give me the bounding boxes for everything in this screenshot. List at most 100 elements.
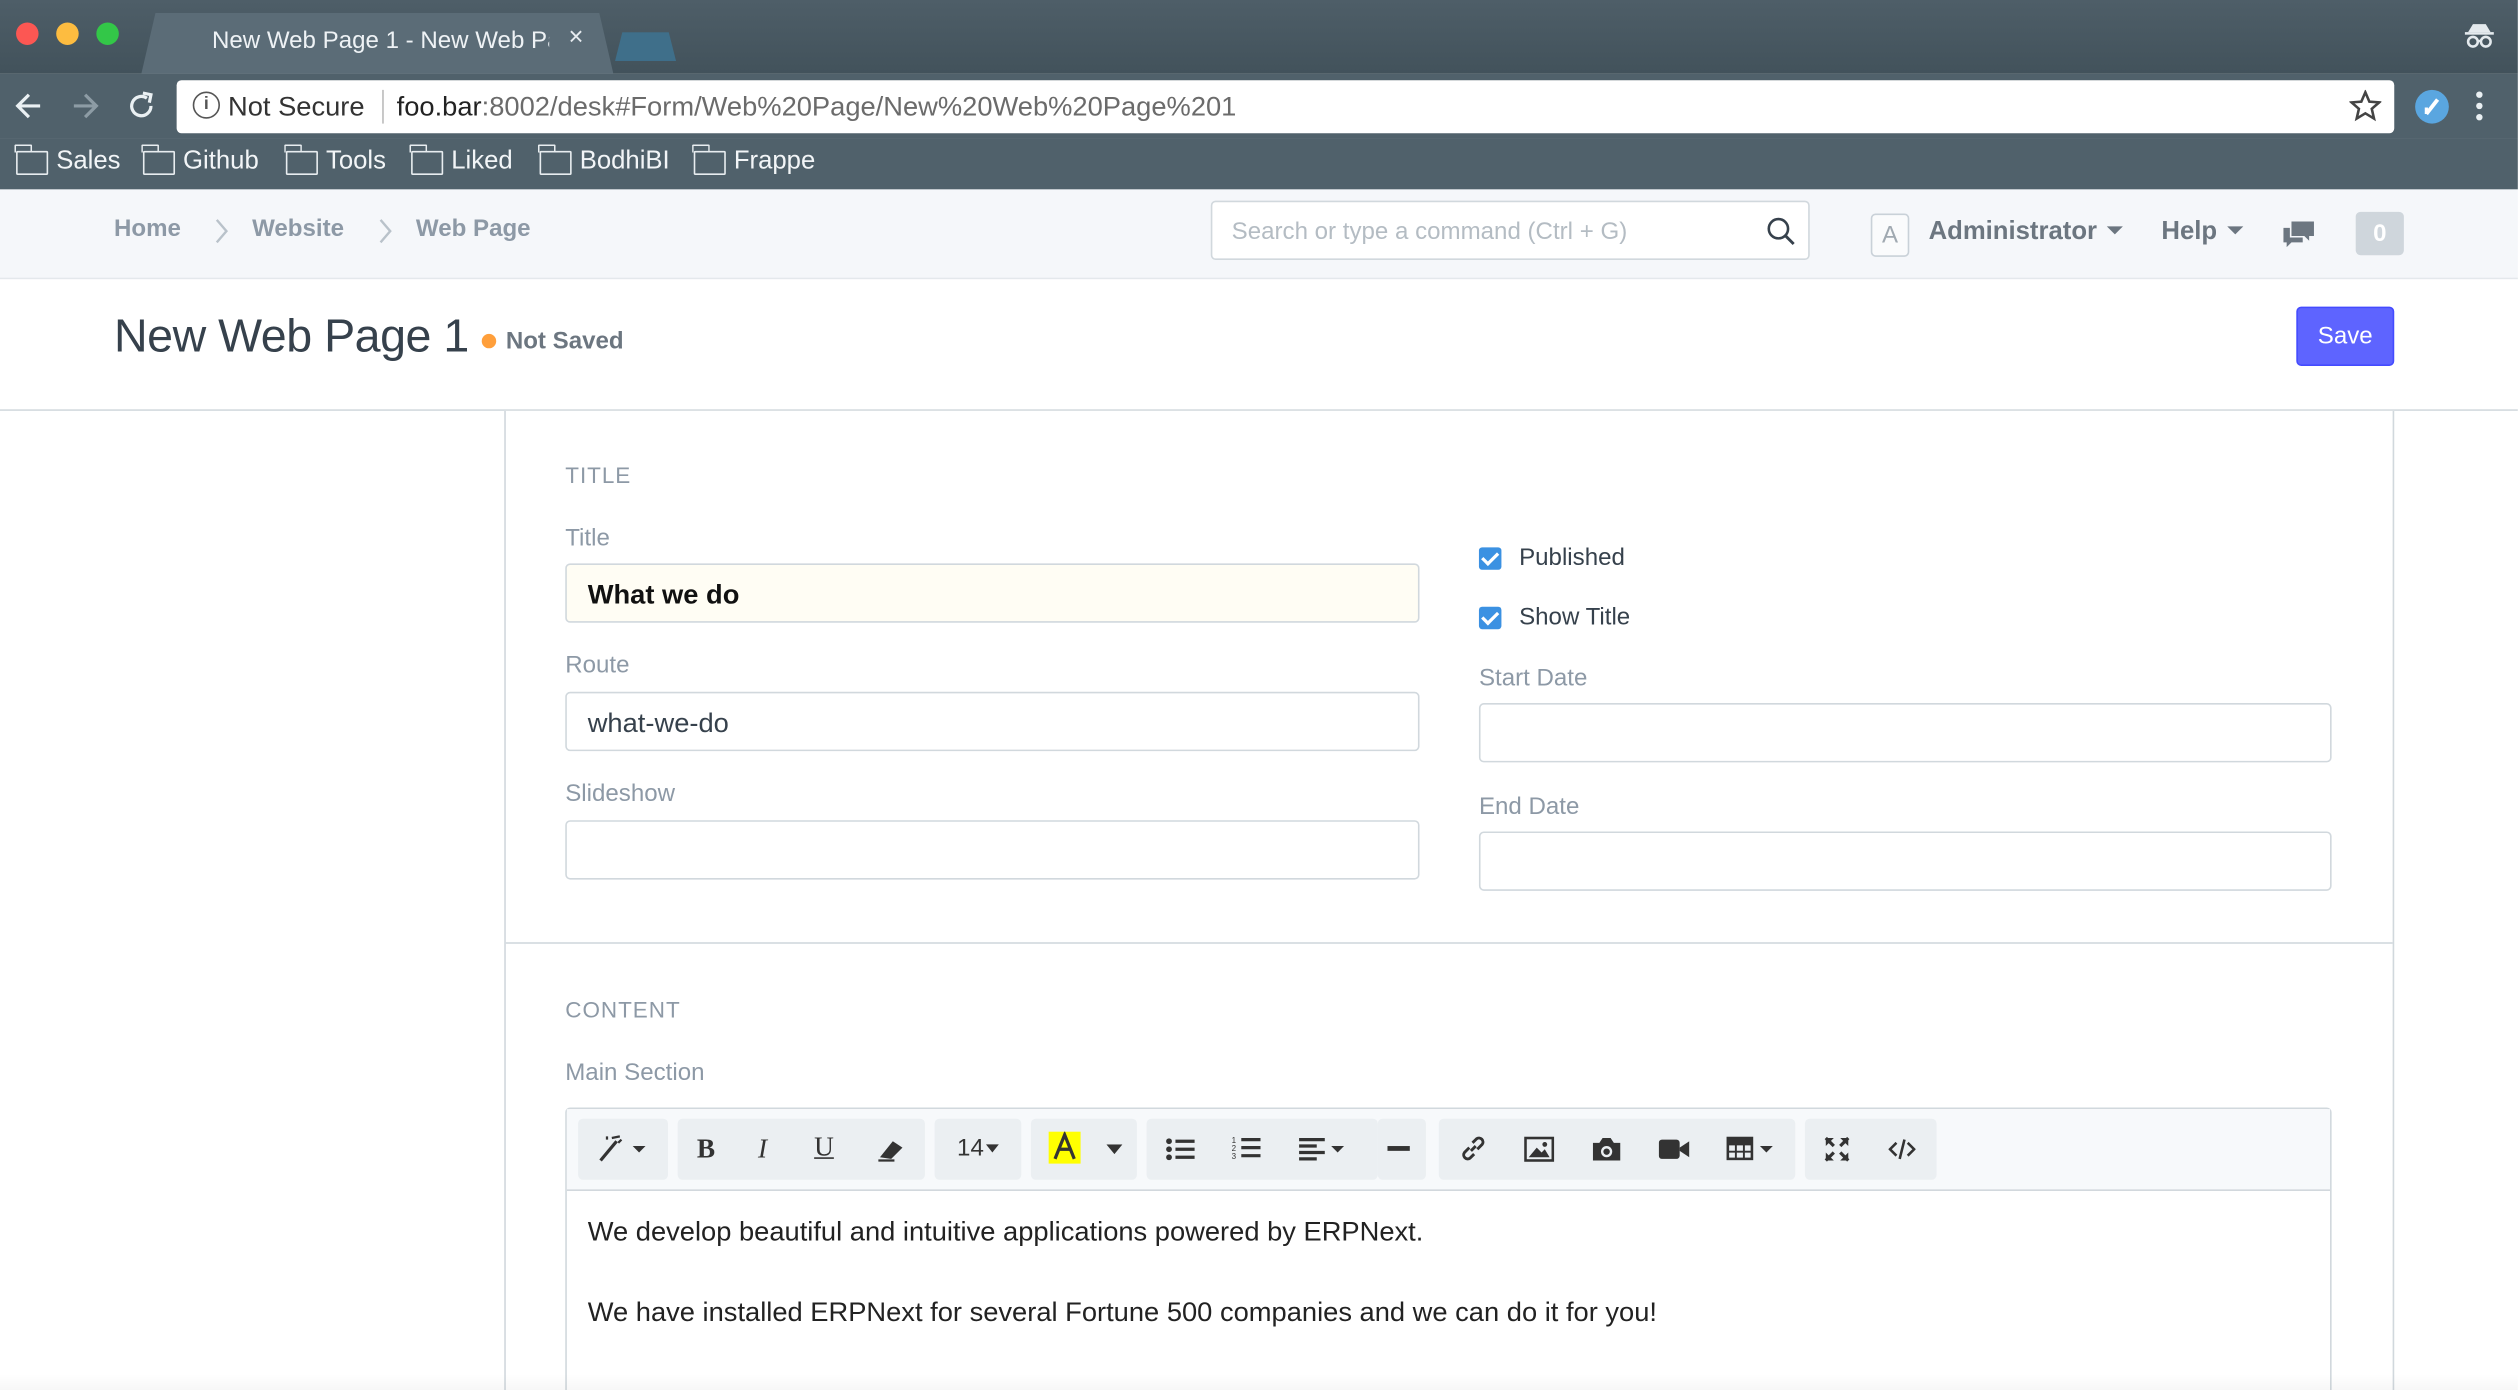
bookmark-label: Frappe <box>733 147 816 175</box>
route-label: Route <box>565 651 630 679</box>
browser-menu-icon[interactable] <box>2473 90 2486 122</box>
link-icon[interactable] <box>1460 1135 1487 1162</box>
font-size-dropdown[interactable]: 14 <box>957 1134 999 1163</box>
new-tab-button[interactable] <box>615 32 677 61</box>
magic-wand-icon[interactable] <box>597 1135 648 1164</box>
notification-badge[interactable]: 0 <box>2355 211 2404 256</box>
folder-icon <box>141 143 176 175</box>
screen: New Web Page 1 - New Web Page 1 × i Not … <box>0 0 2518 1390</box>
bookmark-liked[interactable]: Liked <box>410 143 513 177</box>
folder-icon <box>410 143 444 175</box>
close-window-button[interactable] <box>16 22 39 45</box>
editor-paragraph[interactable]: We have installed ERPNext for several Fo… <box>588 1297 1657 1329</box>
caret-down-icon <box>2226 226 2243 235</box>
status-indicator-dot <box>481 333 497 349</box>
bookmark-star-icon[interactable] <box>2349 89 2382 122</box>
end-date-field[interactable] <box>1478 831 2332 891</box>
avatar[interactable]: A <box>1870 213 1910 257</box>
bookmark-sales[interactable]: Sales <box>15 143 120 177</box>
page-title: New Web Page 1 <box>114 311 469 363</box>
forward-arrow-icon[interactable] <box>69 90 101 122</box>
status-badge: Not Saved <box>505 327 624 355</box>
eraser-icon[interactable] <box>875 1136 907 1162</box>
bookmark-github[interactable]: Github <box>141 143 259 177</box>
bold-icon[interactable]: B <box>697 1133 715 1165</box>
folder-icon <box>284 143 318 175</box>
breadcrumb-home[interactable]: Home <box>114 215 181 242</box>
svg-text:3: 3 <box>1232 1152 1237 1161</box>
image-icon[interactable] <box>1524 1136 1555 1162</box>
show-title-label[interactable]: Show Title <box>1519 604 1630 631</box>
start-date-field[interactable] <box>1478 703 2332 763</box>
camera-icon[interactable] <box>1591 1136 1622 1162</box>
minimize-window-button[interactable] <box>56 22 79 45</box>
bookmark-bodhibi[interactable]: BodhiBI <box>538 143 670 177</box>
help-menu[interactable]: Help <box>2161 218 2243 247</box>
extension-icon[interactable] <box>2415 89 2449 124</box>
page-bottom-fade <box>0 1373 2518 1390</box>
bookmark-label: Liked <box>451 147 513 175</box>
back-arrow-icon[interactable] <box>13 90 45 122</box>
caret-down-icon <box>2106 226 2123 235</box>
main-section-label: Main Section <box>565 1059 705 1087</box>
maximize-window-button[interactable] <box>96 22 119 45</box>
breadcrumb-web-page[interactable]: Web Page <box>416 215 531 242</box>
section-heading-content: CONTENT <box>565 996 681 1023</box>
section-heading-title: TITLE <box>565 462 632 488</box>
title-field[interactable]: What we do <box>565 563 1420 623</box>
bookmark-label: Github <box>183 147 259 175</box>
slideshow-field[interactable] <box>565 820 1420 880</box>
url-host: foo.bar <box>396 91 482 122</box>
incognito-icon <box>2464 24 2494 48</box>
reload-icon[interactable] <box>125 90 157 122</box>
chevron-right-icon <box>215 219 229 244</box>
published-checkbox[interactable] <box>1478 547 1502 570</box>
bookmark-label: Tools <box>325 147 386 175</box>
close-tab-icon[interactable]: × <box>568 24 583 53</box>
editor-paragraph[interactable]: We develop beautiful and intuitive appli… <box>588 1217 1424 1249</box>
route-field[interactable]: what-we-do <box>565 691 1420 752</box>
fullscreen-icon[interactable] <box>1824 1136 1850 1162</box>
breadcrumb-website[interactable]: Website <box>252 215 344 242</box>
show-title-checkbox[interactable] <box>1478 606 1502 630</box>
info-icon[interactable]: i <box>192 91 220 119</box>
video-icon[interactable] <box>1658 1138 1690 1160</box>
title-label: Title <box>565 524 610 553</box>
text-color-icon[interactable] <box>1048 1131 1081 1164</box>
section-divider <box>505 942 2393 944</box>
browser-tab-title: New Web Page 1 - New Web Page 1 <box>211 27 549 55</box>
user-menu[interactable]: Administrator <box>1929 218 2123 247</box>
save-button[interactable]: Save <box>2296 306 2395 366</box>
font-size-value: 14 <box>957 1134 984 1163</box>
align-icon[interactable] <box>1297 1136 1348 1162</box>
user-name: Administrator <box>1928 218 2098 246</box>
horizontal-rule-icon[interactable] <box>1387 1146 1410 1152</box>
search-input[interactable]: Search or type a command (Ctrl + G) <box>1232 218 1628 245</box>
search-icon[interactable] <box>1766 217 1795 246</box>
italic-icon[interactable]: I <box>758 1133 767 1165</box>
end-date-label: End Date <box>1478 792 1580 821</box>
folder-icon <box>538 143 572 175</box>
folder-icon <box>692 143 726 175</box>
address-bar[interactable]: i Not Secure foo.bar:8002/desk#Form/Web%… <box>176 80 2395 134</box>
bookmark-tools[interactable]: Tools <box>284 143 386 177</box>
published-label[interactable]: Published <box>1519 544 1625 571</box>
extension-glyph-icon <box>2424 98 2440 116</box>
url-text[interactable]: foo.bar:8002/desk#Form/Web%20Page/New%20… <box>397 91 1237 123</box>
code-view-icon[interactable] <box>1888 1138 1916 1160</box>
chat-icon[interactable] <box>2282 220 2316 248</box>
table-icon[interactable] <box>1726 1136 1777 1162</box>
address-separator <box>382 89 384 124</box>
caret-down-icon <box>985 1144 999 1153</box>
help-label: Help <box>2161 218 2218 246</box>
numbered-list-icon[interactable]: 1 2 3 <box>1232 1135 1261 1162</box>
bullet-list-icon[interactable] <box>1166 1136 1195 1162</box>
url-path: :8002/desk#Form/Web%20Page/New%20Web%20P… <box>481 91 1237 122</box>
text-color-dropdown-icon[interactable] <box>1106 1144 1123 1155</box>
bookmark-frappe[interactable]: Frappe <box>692 143 816 177</box>
awesome-bar[interactable]: Search or type a command (Ctrl + G) <box>1210 200 1810 261</box>
chevron-right-icon <box>379 219 392 244</box>
underline-icon[interactable]: U <box>814 1132 834 1164</box>
not-secure-label[interactable]: Not Secure <box>228 91 365 123</box>
slideshow-label: Slideshow <box>565 780 676 808</box>
